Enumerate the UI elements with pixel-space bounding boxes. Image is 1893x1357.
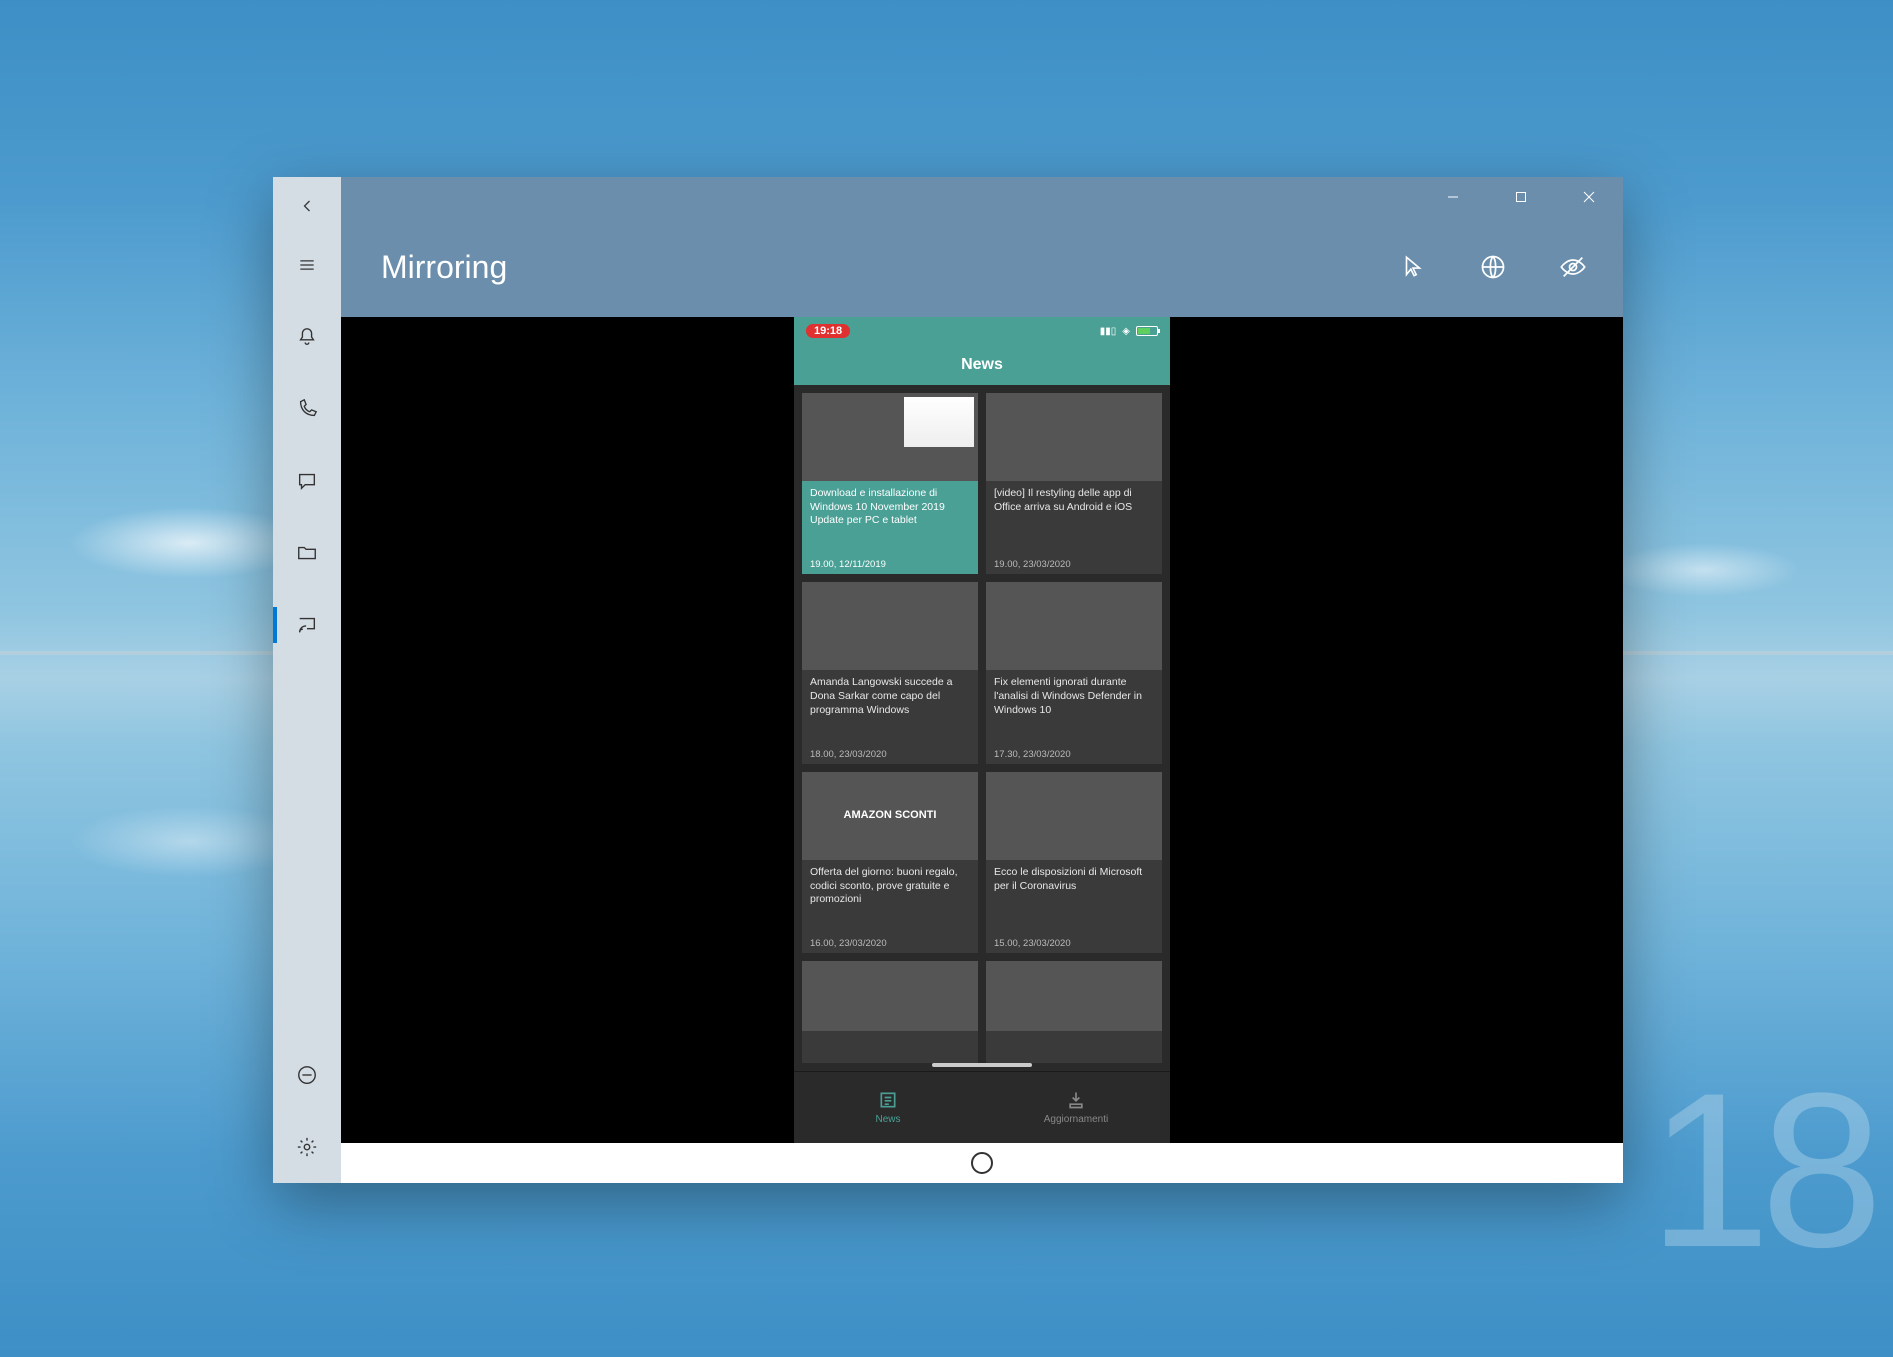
android-nav-bar (341, 1143, 1623, 1183)
tab-label: Aggiornamenti (1044, 1114, 1108, 1125)
news-grid[interactable]: Download e installazione di Windows 10 N… (794, 385, 1170, 1071)
card-title: Offerta del giorno: buoni regalo, codici… (810, 866, 970, 932)
card-title: Amanda Langowski succede a Dona Sarkar c… (810, 676, 970, 742)
card-date: 17.30, 23/03/2020 (994, 743, 1154, 760)
card-thumbnail (986, 961, 1162, 1031)
sidebar-item-messages[interactable] (273, 445, 341, 517)
sidebar-item-calls[interactable] (273, 373, 341, 445)
signal-icon: ▮▮▯ (1100, 326, 1117, 337)
card-thumbnail (802, 582, 978, 670)
news-card[interactable]: Amanda Langowski succede a Dona Sarkar c… (802, 582, 978, 763)
phone-status-bar: 19:18 ▮▮▯ ◈ (794, 317, 1170, 345)
minimize-button[interactable] (1419, 177, 1487, 217)
home-indicator[interactable] (932, 1063, 1032, 1067)
news-card[interactable]: Fix elementi ignorati durante l'analisi … (986, 582, 1162, 763)
sidebar-item-dnd[interactable] (273, 1039, 341, 1111)
header-actions (1393, 247, 1593, 287)
sidebar-item-settings[interactable] (273, 1111, 341, 1183)
header: Mirroring (341, 217, 1623, 317)
card-date: 19.00, 12/11/2019 (810, 553, 970, 570)
news-card[interactable]: Ecco le disposizioni di Microsoft per il… (986, 772, 1162, 953)
card-date: 19.00, 23/03/2020 (994, 553, 1154, 570)
sidebar-item-mirroring[interactable] (273, 589, 341, 661)
card-thumbnail (986, 393, 1162, 481)
card-title: Ecco le disposizioni di Microsoft per il… (994, 866, 1154, 932)
battery-icon (1136, 326, 1158, 336)
main-area: Mirroring 19:18 ▮▮▯ ◈ (341, 177, 1623, 1183)
app-window: Mirroring 19:18 ▮▮▯ ◈ (273, 177, 1623, 1183)
card-date: 18.00, 23/03/2020 (810, 743, 970, 760)
mirror-viewport: 19:18 ▮▮▯ ◈ News Download e installazion… (341, 317, 1623, 1143)
sidebar (273, 177, 341, 1183)
phone-tab-bar: News Aggiornamenti (794, 1071, 1170, 1143)
news-card[interactable] (802, 961, 978, 1063)
card-title: Download e installazione di Windows 10 N… (810, 487, 970, 553)
card-date: 16.00, 23/03/2020 (810, 932, 970, 949)
card-thumbnail (802, 961, 978, 1031)
recording-pill: 19:18 (806, 324, 850, 338)
privacy-action[interactable] (1553, 247, 1593, 287)
close-button[interactable] (1555, 177, 1623, 217)
tab-label: News (875, 1114, 900, 1125)
maximize-button[interactable] (1487, 177, 1555, 217)
card-thumbnail (986, 772, 1162, 860)
sidebar-item-files[interactable] (273, 517, 341, 589)
globe-action[interactable] (1473, 247, 1513, 287)
wifi-icon: ◈ (1122, 326, 1130, 337)
card-title: Fix elementi ignorati durante l'analisi … (994, 676, 1154, 742)
back-button[interactable] (273, 183, 341, 229)
page-title: Mirroring (381, 249, 507, 286)
card-thumbnail (802, 393, 978, 481)
card-title: [video] Il restyling delle app di Office… (994, 487, 1154, 553)
titlebar (341, 177, 1623, 217)
card-date: 15.00, 23/03/2020 (994, 932, 1154, 949)
sidebar-item-notifications[interactable] (273, 301, 341, 373)
phone-tab-aggiornamenti[interactable]: Aggiornamenti (982, 1072, 1170, 1143)
news-card[interactable]: AMAZON SCONTIOfferta del giorno: buoni r… (802, 772, 978, 953)
card-thumbnail: AMAZON SCONTI (802, 772, 978, 860)
menu-button[interactable] (273, 229, 341, 301)
home-button[interactable] (971, 1152, 993, 1174)
news-card[interactable] (986, 961, 1162, 1063)
news-card[interactable]: Download e installazione di Windows 10 N… (802, 393, 978, 574)
phone-app-header: News (794, 345, 1170, 385)
cursor-action[interactable] (1393, 247, 1433, 287)
card-thumbnail (986, 582, 1162, 670)
phone-screen[interactable]: 19:18 ▮▮▯ ◈ News Download e installazion… (794, 317, 1170, 1143)
news-card[interactable]: [video] Il restyling delle app di Office… (986, 393, 1162, 574)
wallpaper-clock: 18 (1648, 1044, 1873, 1297)
phone-tab-news[interactable]: News (794, 1072, 982, 1143)
